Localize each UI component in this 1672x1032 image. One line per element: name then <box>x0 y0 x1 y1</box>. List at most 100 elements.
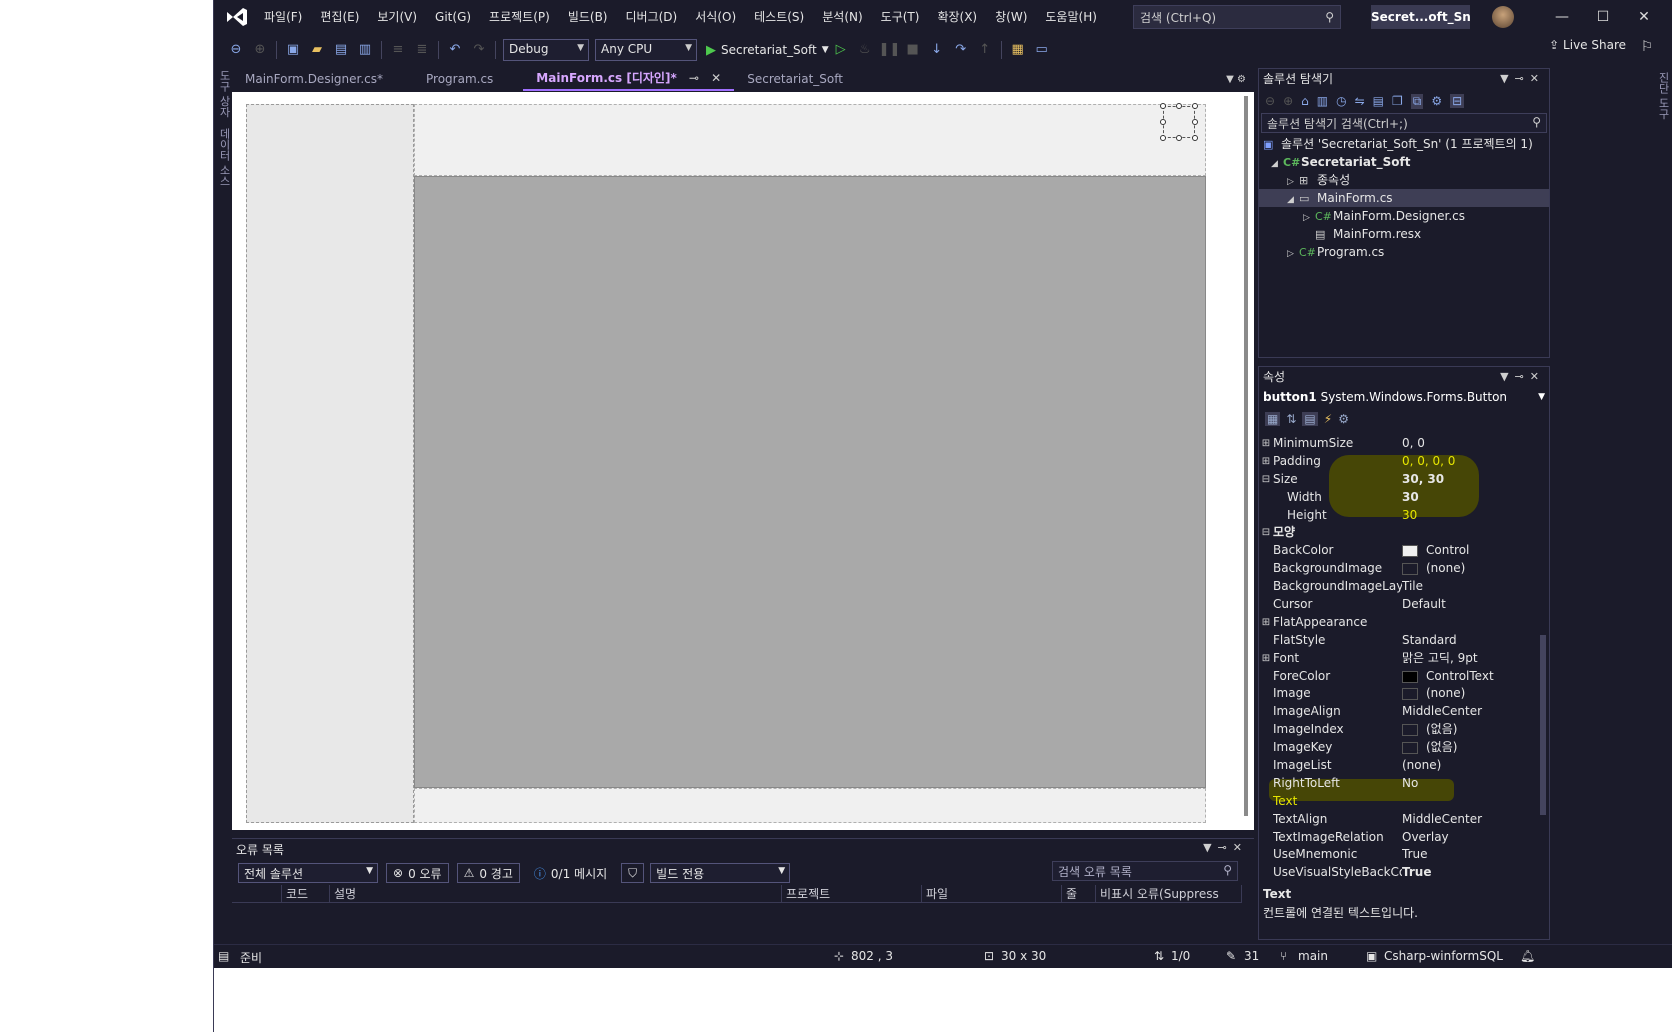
forward-icon[interactable]: ⊕ <box>250 40 270 60</box>
stop-icon[interactable]: ■ <box>903 40 923 60</box>
status-output-icon[interactable]: ▤ <box>218 949 229 963</box>
panel-controls-icon[interactable]: ▼⊸✕ <box>1500 367 1545 387</box>
show-all-files-icon[interactable]: ⧉ <box>1410 93 1424 109</box>
property-row[interactable]: BackgroundImageLayoutTile <box>1259 578 1539 596</box>
resize-handle[interactable] <box>1160 135 1166 141</box>
column-suppression[interactable]: 비표시 오류(Suppress <box>1096 885 1242 902</box>
expand-icon[interactable]: ⊞ <box>1259 650 1273 668</box>
property-row[interactable]: Image (none) <box>1259 685 1539 703</box>
property-row[interactable]: ImageAlign MiddleCenter <box>1259 703 1539 721</box>
property-value[interactable]: 0, 0 <box>1402 435 1539 453</box>
properties-icon[interactable]: ▤ <box>1302 412 1318 426</box>
tab-mainform-designer-cs[interactable]: MainForm.Designer.cs* <box>232 68 396 90</box>
errors-filter-button[interactable]: ⊗ 0 오류 <box>386 863 449 883</box>
live-share-button[interactable]: ⇪ Live Share <box>1549 38 1626 52</box>
pause-icon[interactable]: ❚❚ <box>879 40 901 60</box>
property-row[interactable]: BackgroundImage (none) <box>1259 560 1539 578</box>
panel-controls-icon[interactable]: ▼⊸✕ <box>1203 841 1248 854</box>
feedback-icon[interactable]: ⚐ <box>1636 36 1658 58</box>
property-row[interactable]: Width 30 <box>1259 489 1539 507</box>
solution-search-input[interactable]: 솔루션 탐색기 검색(Ctrl+;) ⚲ <box>1261 113 1547 133</box>
expand-icon[interactable]: ⊞ <box>1259 435 1273 453</box>
property-row[interactable]: BackColor Control <box>1259 542 1539 560</box>
explorer-icon[interactable]: ▦ <box>1008 40 1028 60</box>
branch-icon[interactable]: ⑂ <box>1280 949 1287 963</box>
menu-test[interactable]: 테스트(S) <box>745 0 813 34</box>
solution-name-badge[interactable]: Secret...oft_Sn <box>1371 5 1471 29</box>
property-value[interactable]: Standard <box>1402 632 1539 650</box>
open-folder-icon[interactable]: ▰ <box>307 40 327 60</box>
switch-views-icon[interactable]: ▥ <box>1317 94 1328 108</box>
back-icon[interactable]: ⊖ <box>226 40 246 60</box>
menu-tools[interactable]: 도구(T) <box>872 0 929 34</box>
tree-item-solution[interactable]: ▣ 솔루션 'Secretariat_Soft_Sn' (1 프로젝트의 1) <box>1259 135 1549 153</box>
property-value[interactable] <box>1402 793 1539 811</box>
resize-handle[interactable] <box>1176 103 1182 109</box>
property-value[interactable]: (none) <box>1402 757 1539 775</box>
property-row[interactable]: TextAlign MiddleCenter <box>1259 811 1539 829</box>
close-window-icon[interactable]: ✕ <box>1633 6 1655 28</box>
tab-program-cs[interactable]: Program.cs <box>396 68 523 90</box>
layout-icon[interactable]: ▭ <box>1032 40 1052 60</box>
step-out-icon[interactable]: ↑ <box>975 40 995 60</box>
property-pages-icon[interactable]: ⚙ <box>1338 412 1349 426</box>
property-value[interactable]: 0, 0, 0, 0 <box>1402 453 1539 471</box>
form-designer-surface[interactable] <box>232 92 1254 830</box>
property-value[interactable]: MiddleCenter <box>1402 703 1539 721</box>
redo-icon[interactable]: ↷ <box>469 40 489 60</box>
expand-icon[interactable]: ⊞ <box>1259 453 1273 471</box>
property-row[interactable]: RightToLeft No <box>1259 775 1539 793</box>
property-value[interactable]: Default <box>1402 596 1539 614</box>
property-value[interactable]: 30 <box>1402 489 1539 507</box>
menu-help[interactable]: 도움말(H) <box>1036 0 1106 34</box>
scroll-thumb[interactable] <box>1540 635 1546 815</box>
column-file[interactable]: 파일 <box>922 885 1062 902</box>
tree-item-program[interactable]: ▷ C#Program.cs <box>1259 243 1549 261</box>
status-edits[interactable]: 31 <box>1244 949 1259 963</box>
property-row[interactable]: ⊟ Size 30, 30 <box>1259 471 1539 489</box>
object-selector[interactable]: button1 System.Windows.Forms.Button ▼ <box>1259 387 1549 407</box>
column-description[interactable]: 설명 <box>330 885 782 902</box>
property-row[interactable]: TextImageRelation Overlay <box>1259 829 1539 847</box>
messages-filter-button[interactable]: ⓘ 0/1 메시지 <box>528 863 613 883</box>
property-value[interactable]: (none) <box>1402 560 1539 578</box>
tab-overflow-icon[interactable]: ▼ ⚙ <box>1226 74 1254 85</box>
minimize-icon[interactable]: — <box>1551 6 1573 28</box>
new-project-icon[interactable]: ▣ <box>283 40 303 60</box>
property-value[interactable]: MiddleCenter <box>1402 811 1539 829</box>
menu-edit[interactable]: 편집(E) <box>311 0 368 34</box>
property-value[interactable] <box>1402 614 1539 632</box>
property-value[interactable]: True <box>1402 846 1539 864</box>
status-repo[interactable]: Csharp-winformSQL <box>1384 949 1503 963</box>
configuration-select[interactable]: Debug ▼ <box>503 39 589 61</box>
tree-item-dependencies[interactable]: ▷ ⊞ 종속성 <box>1259 171 1549 189</box>
error-search-input[interactable]: 검색 오류 목록 ⚲ <box>1052 861 1238 881</box>
pencil-icon[interactable]: ✎ <box>1226 949 1236 963</box>
property-row[interactable]: ImageList (none) <box>1259 757 1539 775</box>
tab-secretariat-soft[interactable]: Secretariat_Soft <box>734 68 856 90</box>
property-row[interactable]: UseVisualStyleBackColorTrue <box>1259 864 1539 882</box>
property-row[interactable]: ⊞ MinimumSize 0, 0 <box>1259 435 1539 453</box>
status-branch[interactable]: main <box>1298 949 1328 963</box>
property-value[interactable]: (없음) <box>1402 739 1539 757</box>
step-into-icon[interactable]: ↓ <box>927 40 947 60</box>
categorized-icon[interactable]: ▦ <box>1265 412 1281 426</box>
toolbox-tab[interactable]: 도구 상자 <box>216 70 232 118</box>
form-bottom-panel[interactable] <box>414 788 1206 823</box>
preview-icon[interactable]: ⊟ <box>1450 94 1465 108</box>
pending-changes-icon[interactable]: ◷ <box>1336 94 1346 108</box>
user-avatar[interactable] <box>1492 6 1514 28</box>
button1-selected[interactable] <box>1160 103 1198 141</box>
menu-project[interactable]: 프로젝트(P) <box>480 0 559 34</box>
comment-icon[interactable]: ≡ <box>388 40 408 60</box>
resize-handle[interactable] <box>1192 103 1198 109</box>
property-row[interactable]: UseMnemonic True <box>1259 846 1539 864</box>
sync-icon[interactable]: ⇋ <box>1355 94 1365 108</box>
properties-icon[interactable]: ⚙ <box>1431 94 1442 108</box>
property-value[interactable]: Tile <box>1402 578 1539 596</box>
error-scope-select[interactable]: 전체 솔루션 ▼ <box>238 863 378 883</box>
form-top-panel[interactable] <box>414 104 1206 176</box>
maximize-icon[interactable]: ☐ <box>1592 6 1614 28</box>
repo-icon[interactable]: ▣ <box>1366 949 1377 963</box>
save-icon[interactable]: ▤ <box>331 40 351 60</box>
